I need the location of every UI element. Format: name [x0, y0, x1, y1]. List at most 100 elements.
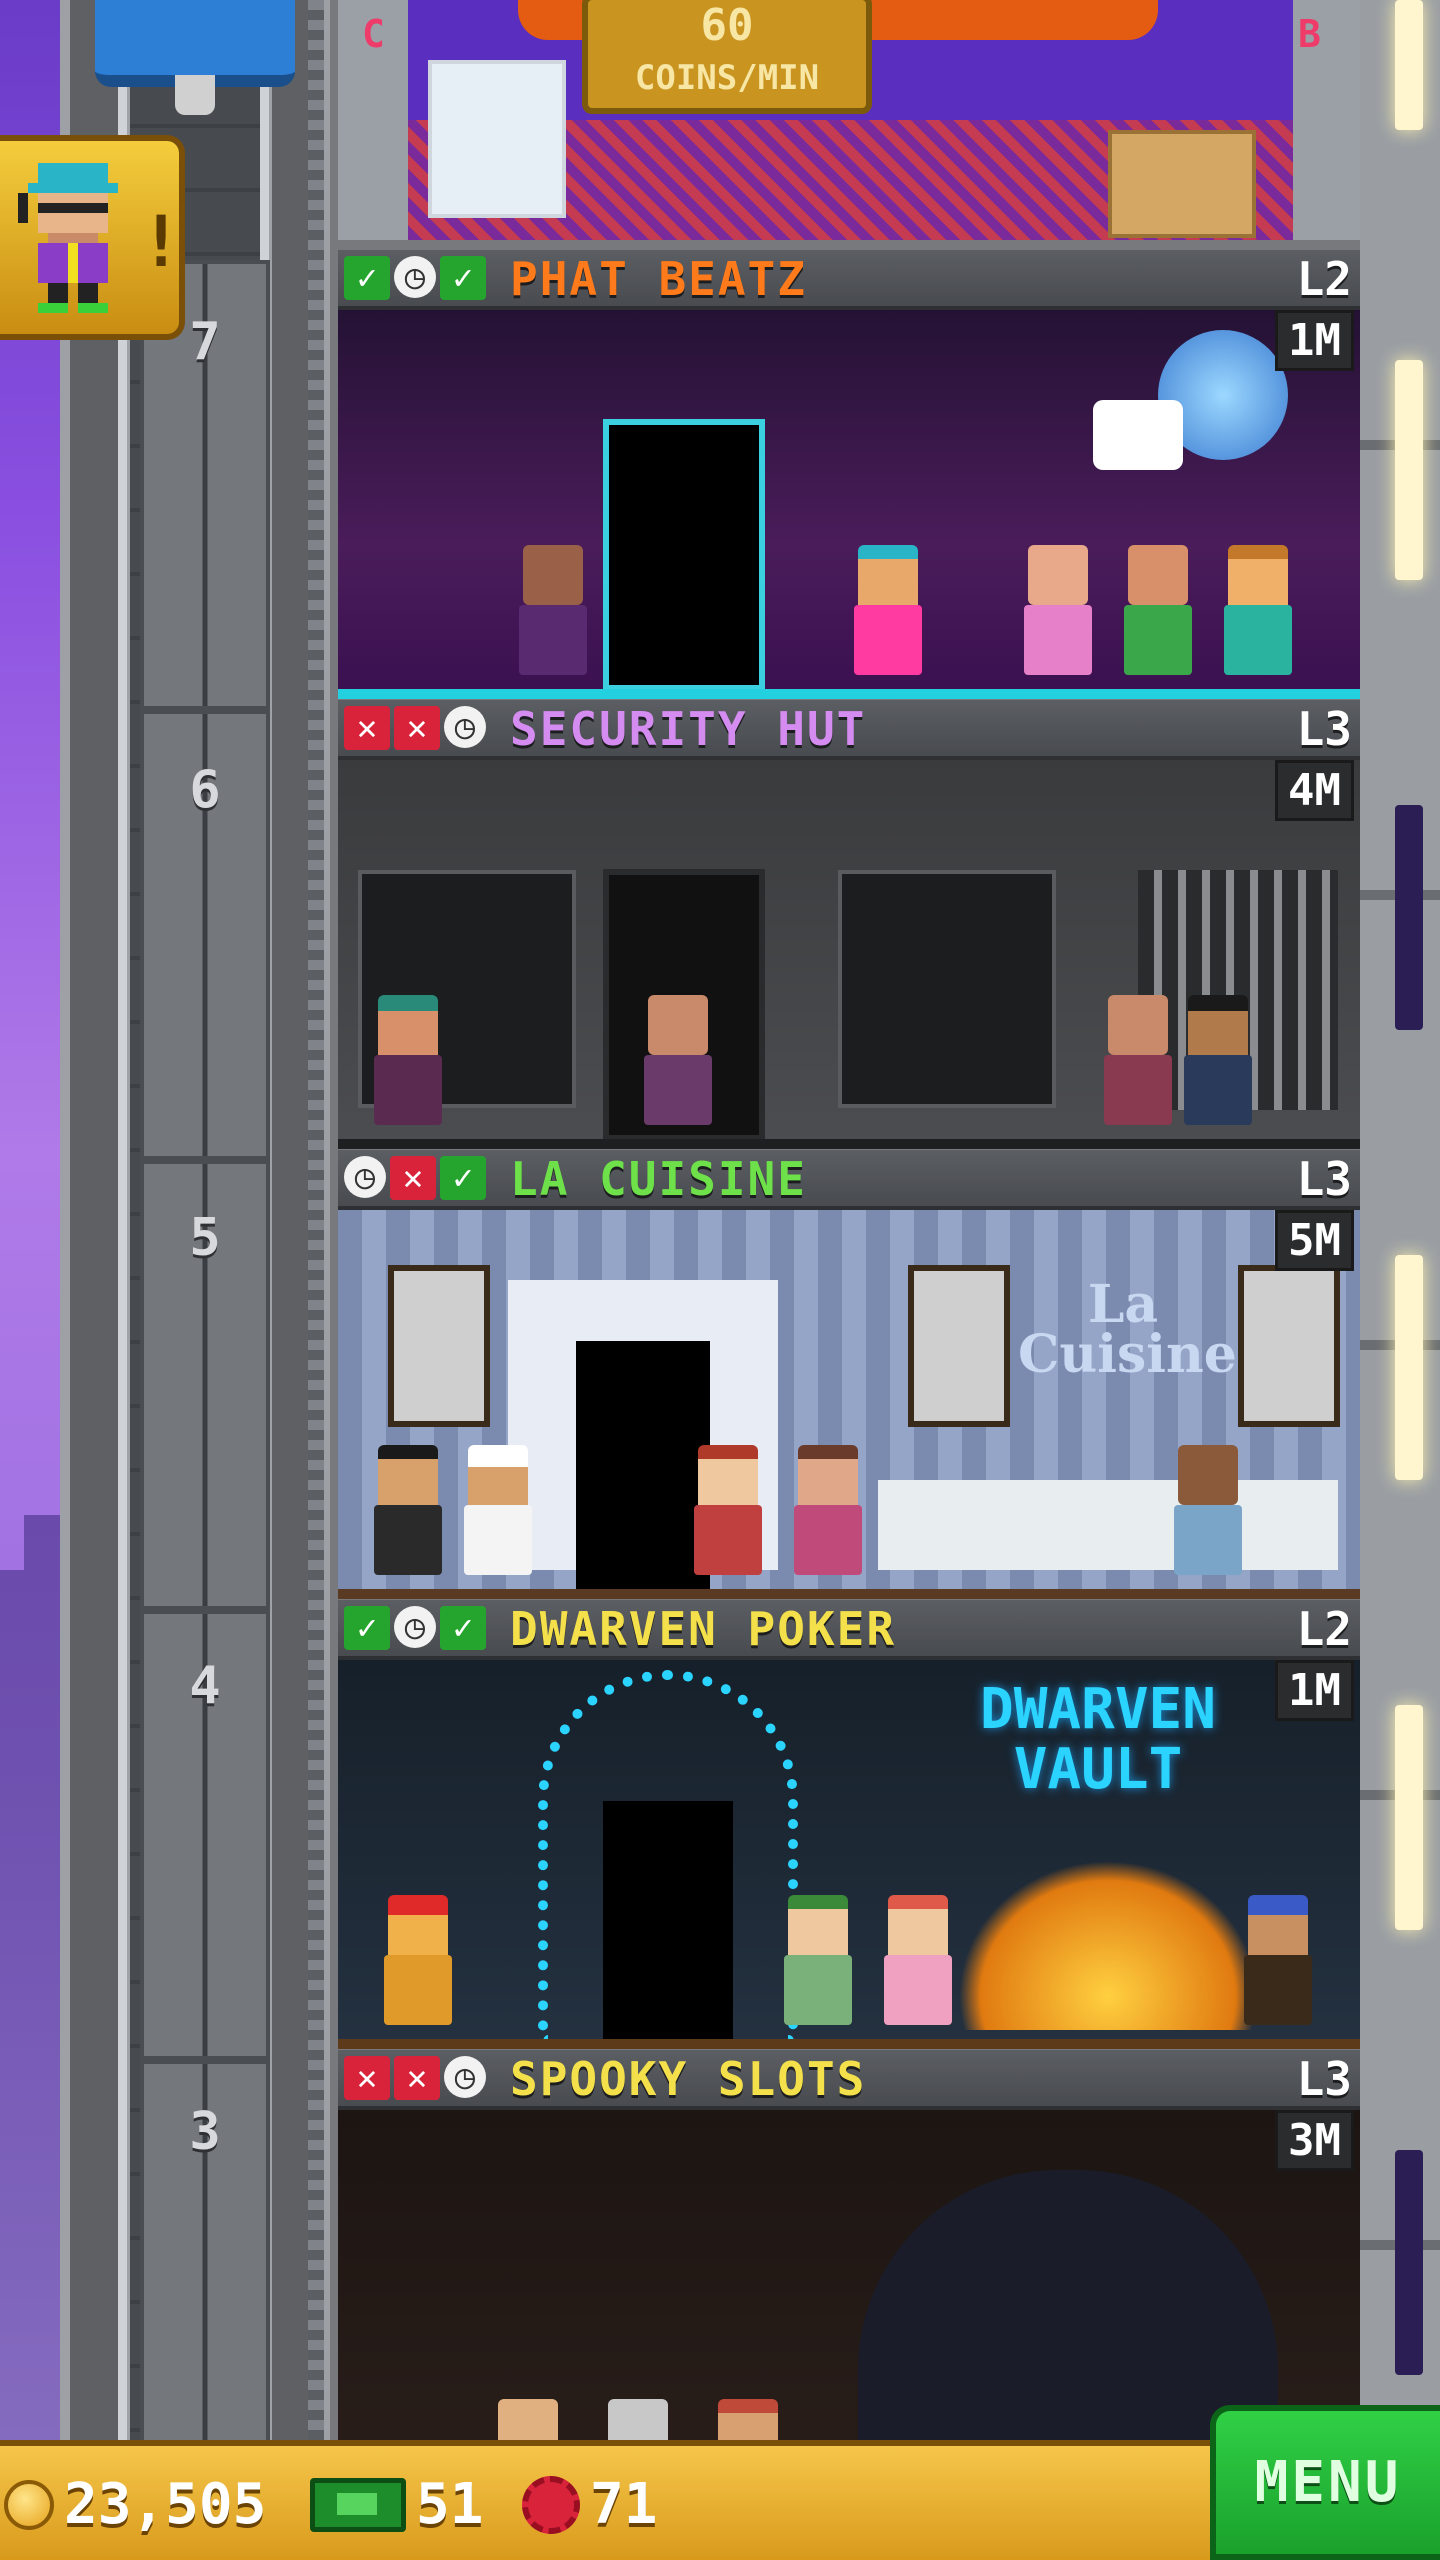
top-floor-corner-right: B: [1298, 12, 1321, 56]
check-icon: ✓: [344, 256, 390, 300]
floor-name: DWARVEN POKER: [510, 1602, 897, 1656]
gear-counter[interactable]: 71: [522, 2472, 657, 2537]
floor-la-cuisine[interactable]: ◷ ✕ ✓ LA CUISINE L3 La Cuisine 5M: [338, 1150, 1360, 1599]
floor-room[interactable]: [338, 2110, 1360, 2440]
floor-level: L2: [1296, 252, 1352, 306]
dwarf-bitizen[interactable]: [1238, 1895, 1318, 2035]
top-floor-crate: [1108, 130, 1256, 238]
floor-population: 4M: [1275, 760, 1354, 821]
floor-room[interactable]: [338, 760, 1360, 1149]
floor-phat-beatz[interactable]: ✓ ◷ ✓ PHAT BEATZ L2 1M: [338, 250, 1360, 699]
top-floor-corner-left: C: [362, 12, 385, 56]
floor-room[interactable]: [338, 310, 1360, 699]
bitizen[interactable]: [708, 2399, 788, 2440]
clock-icon: ◷: [394, 1606, 436, 1648]
bitizen[interactable]: [513, 545, 593, 685]
clock-icon: ◷: [444, 706, 486, 748]
floor-room[interactable]: La Cuisine: [338, 1210, 1360, 1599]
elevator-car[interactable]: [95, 0, 295, 115]
coins-per-min-value: 60: [700, 0, 754, 51]
coins-per-min-unit: COINS/MIN: [634, 58, 820, 98]
x-icon: ✕: [394, 2056, 440, 2100]
bux-value: 51: [416, 2472, 484, 2537]
clock-icon: ◷: [394, 256, 436, 298]
bitizen[interactable]: [1018, 545, 1098, 685]
bitizen[interactable]: [1218, 545, 1298, 685]
floor-number-5: 5: [189, 1208, 221, 1268]
floor-population: 1M: [1275, 310, 1354, 371]
monitor-bank: [838, 870, 1056, 1108]
bitizen[interactable]: [778, 1895, 858, 2035]
room-floor: [338, 689, 1360, 699]
ghost-bitizen[interactable]: [598, 2399, 678, 2440]
coins-counter[interactable]: 23,505: [4, 2472, 266, 2537]
floor-header: ✕ ✕ ◷ SPOOKY SLOTS L3: [338, 2050, 1360, 2110]
bitizen-alert-button[interactable]: !: [0, 135, 185, 340]
room-floor: [338, 1139, 1360, 1149]
floor-number-6: 6: [189, 760, 221, 820]
stock-status: ✓ ◷ ✓: [344, 256, 486, 300]
floor-name: PHAT BEATZ: [510, 252, 807, 306]
bitizen[interactable]: [368, 995, 448, 1135]
x-icon: ✕: [344, 706, 390, 750]
check-icon: ✓: [440, 1606, 486, 1650]
bitizen[interactable]: [1118, 545, 1198, 685]
clock-icon: ◷: [444, 2056, 486, 2098]
floor-level: L3: [1296, 1152, 1352, 1206]
bitizen[interactable]: [788, 1445, 868, 1585]
city-silhouette: [0, 1515, 60, 2560]
bux-counter[interactable]: 51: [310, 2472, 483, 2537]
room-floor: [338, 2039, 1360, 2049]
floor-security-hut[interactable]: ✕ ✕ ◷ SECURITY HUT L3 4M: [338, 700, 1360, 1149]
bux-icon: [310, 2477, 406, 2532]
floor-header: ✕ ✕ ◷ SECURITY HUT L3: [338, 700, 1360, 760]
edge-window-light: [1395, 360, 1423, 580]
floor-population: 1M: [1275, 1660, 1354, 1721]
bitizen[interactable]: [638, 995, 718, 1135]
framed-picture: [1238, 1265, 1340, 1427]
coins-per-min-sign[interactable]: 60 COINS/MIN: [582, 0, 872, 114]
bitizen[interactable]: [1168, 1445, 1248, 1585]
bitizen-avatar-icon: [18, 163, 118, 313]
bitizen[interactable]: [848, 545, 928, 685]
stock-status: ✓ ◷ ✓: [344, 1606, 486, 1650]
coin-icon: [4, 2479, 54, 2530]
x-icon: ✕: [390, 1156, 436, 1200]
gear-icon: [522, 2475, 580, 2534]
dwarf-bitizen[interactable]: [378, 1895, 458, 2035]
check-icon: ✓: [440, 256, 486, 300]
floor-name: SPOOKY SLOTS: [510, 2052, 867, 2106]
bitizen[interactable]: [878, 1895, 958, 2035]
stock-status: ✕ ✕ ◷: [344, 706, 486, 750]
bitizen[interactable]: [688, 1445, 768, 1585]
elevator-shaft[interactable]: 7 6 5 4 3: [60, 0, 330, 2510]
stock-status: ✕ ✕ ◷: [344, 2056, 486, 2100]
bitizen[interactable]: [488, 2399, 568, 2440]
floor-level: L3: [1296, 2052, 1352, 2106]
framed-picture: [908, 1265, 1010, 1427]
floor-number-3: 3: [189, 2102, 221, 2162]
shaft-ladder: [308, 0, 324, 2440]
bitizen[interactable]: [1098, 995, 1178, 1135]
edge-window-light: [1395, 1255, 1423, 1480]
x-icon: ✕: [344, 2056, 390, 2100]
shaft-rail-left: [118, 0, 130, 2440]
floor-level: L3: [1296, 702, 1352, 756]
floor-spooky-slots[interactable]: ✕ ✕ ◷ SPOOKY SLOTS L3 3M: [338, 2050, 1360, 2440]
room-door: [603, 419, 765, 691]
edge-window-light: [1395, 0, 1423, 130]
speech-bubble-icon[interactable]: [1093, 400, 1183, 470]
bitizen[interactable]: [368, 1445, 448, 1585]
floor-room[interactable]: DWARVEN VAULT: [338, 1660, 1360, 2049]
floor-population: 5M: [1275, 1210, 1354, 1271]
floor-header: ◷ ✕ ✓ LA CUISINE L3: [338, 1150, 1360, 1210]
check-icon: ✓: [344, 1606, 390, 1650]
top-floor-window: [428, 60, 566, 218]
floor-dwarven-poker[interactable]: ✓ ◷ ✓ DWARVEN POKER L2 DWARVEN VAULT 1M: [338, 1600, 1360, 2049]
menu-button[interactable]: MENU: [1210, 2405, 1440, 2560]
bitizen[interactable]: [1178, 995, 1258, 1135]
chef-bitizen[interactable]: [458, 1445, 538, 1585]
restaurant-sign: La Cuisine: [1018, 1274, 1237, 1385]
floor-header: ✓ ◷ ✓ PHAT BEATZ L2: [338, 250, 1360, 310]
top-floor-partial[interactable]: C B 60 COINS/MIN: [338, 0, 1360, 240]
